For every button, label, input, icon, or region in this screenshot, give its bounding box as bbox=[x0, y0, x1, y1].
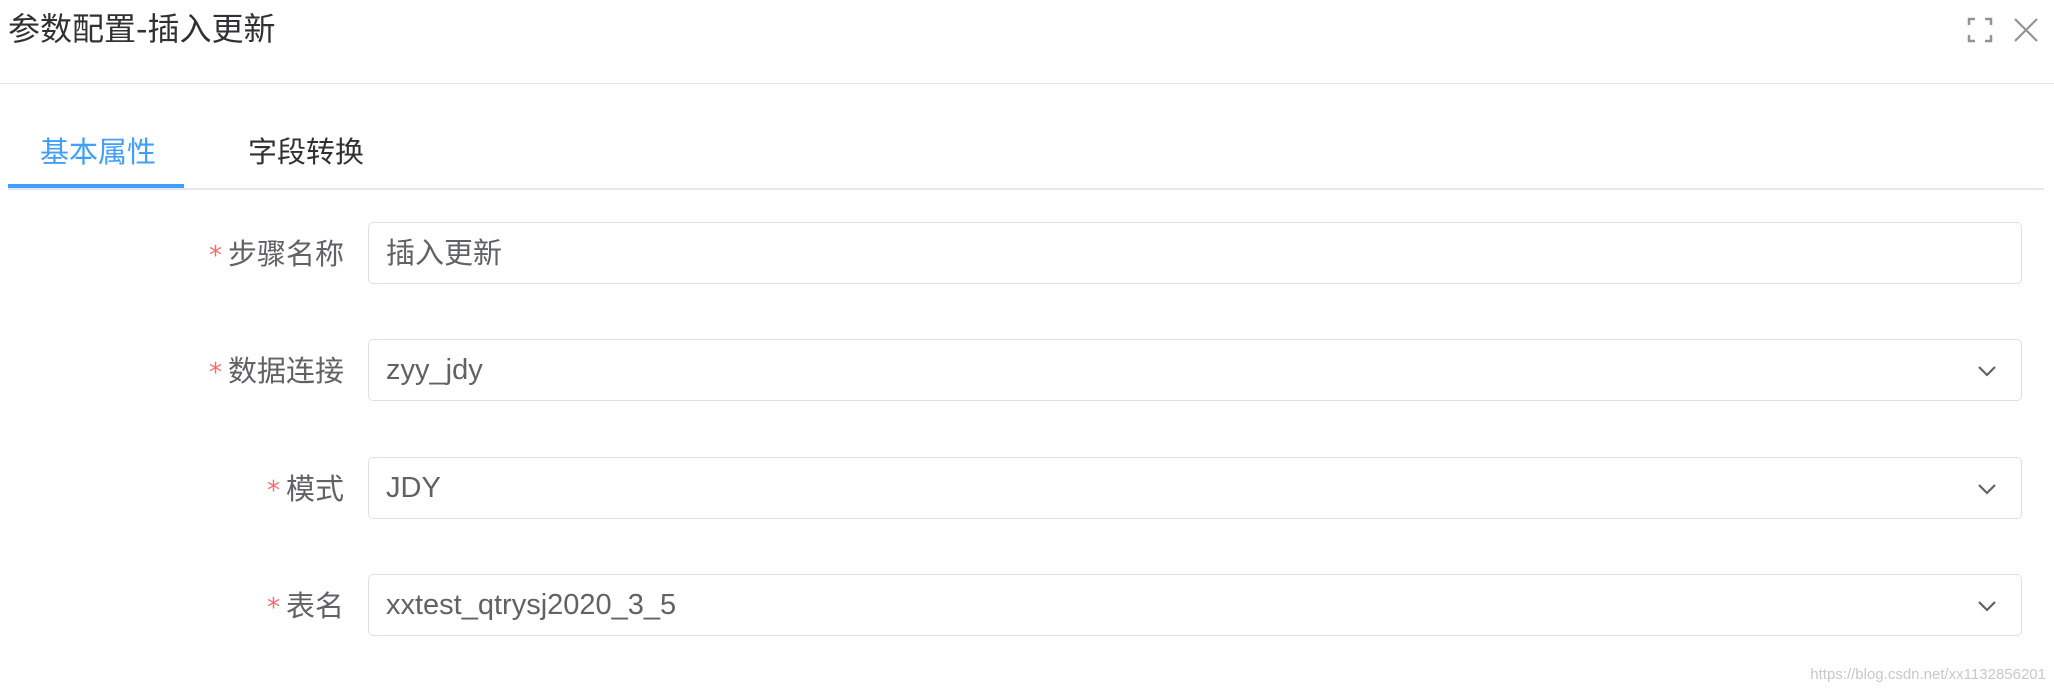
schema-select[interactable]: JDY bbox=[368, 457, 2022, 519]
fullscreen-icon bbox=[1967, 17, 1993, 43]
chevron-down-icon bbox=[1978, 366, 1996, 377]
dialog-title: 参数配置-插入更新 bbox=[8, 10, 276, 48]
dialog-header: 参数配置-插入更新 bbox=[0, 0, 2054, 84]
fullscreen-button[interactable] bbox=[1964, 14, 1996, 46]
schema-value: JDY bbox=[386, 472, 441, 504]
required-mark: * bbox=[266, 476, 280, 506]
table-value: xxtest_qtrysj2020_3_5 bbox=[386, 589, 677, 621]
chevron-down-icon bbox=[1978, 601, 1996, 612]
connection-label: * 数据连接 bbox=[208, 354, 344, 388]
tab-bar: 基本属性 字段转换 bbox=[8, 130, 2044, 190]
table-label: * 表名 bbox=[266, 589, 344, 623]
step-name-label: * 步骤名称 bbox=[208, 237, 344, 271]
schema-label: * 模式 bbox=[266, 472, 344, 506]
table-select[interactable]: xxtest_qtrysj2020_3_5 bbox=[368, 574, 2022, 636]
form-row-table: * 表名 xxtest_qtrysj2020_3_5 bbox=[0, 574, 2054, 638]
active-tab-indicator bbox=[8, 184, 184, 188]
form-row-connection: * 数据连接 zyy_jdy bbox=[0, 339, 2054, 403]
required-mark: * bbox=[266, 593, 280, 623]
form-row-schema: * 模式 JDY bbox=[0, 457, 2054, 521]
required-mark: * bbox=[208, 358, 222, 388]
required-mark: * bbox=[208, 241, 222, 271]
close-button[interactable] bbox=[2010, 14, 2042, 46]
close-icon bbox=[2014, 18, 2038, 42]
form-row-step-name: * 步骤名称 插入更新 bbox=[0, 222, 2054, 286]
step-name-value: 插入更新 bbox=[386, 236, 503, 270]
chevron-down-icon bbox=[1978, 484, 1996, 495]
watermark: https://blog.csdn.net/xx1132856201 bbox=[1810, 666, 2046, 683]
step-name-input[interactable]: 插入更新 bbox=[368, 222, 2022, 284]
tab-field-conversion[interactable]: 字段转换 bbox=[248, 130, 364, 186]
connection-select[interactable]: zyy_jdy bbox=[368, 339, 2022, 401]
param-config-dialog: 参数配置-插入更新 基本属性 字段转换 * 步骤名称 插入更新 * 数据连接 z… bbox=[0, 0, 2054, 691]
tab-basic-properties[interactable]: 基本属性 bbox=[40, 130, 156, 186]
connection-value: zyy_jdy bbox=[386, 354, 483, 386]
